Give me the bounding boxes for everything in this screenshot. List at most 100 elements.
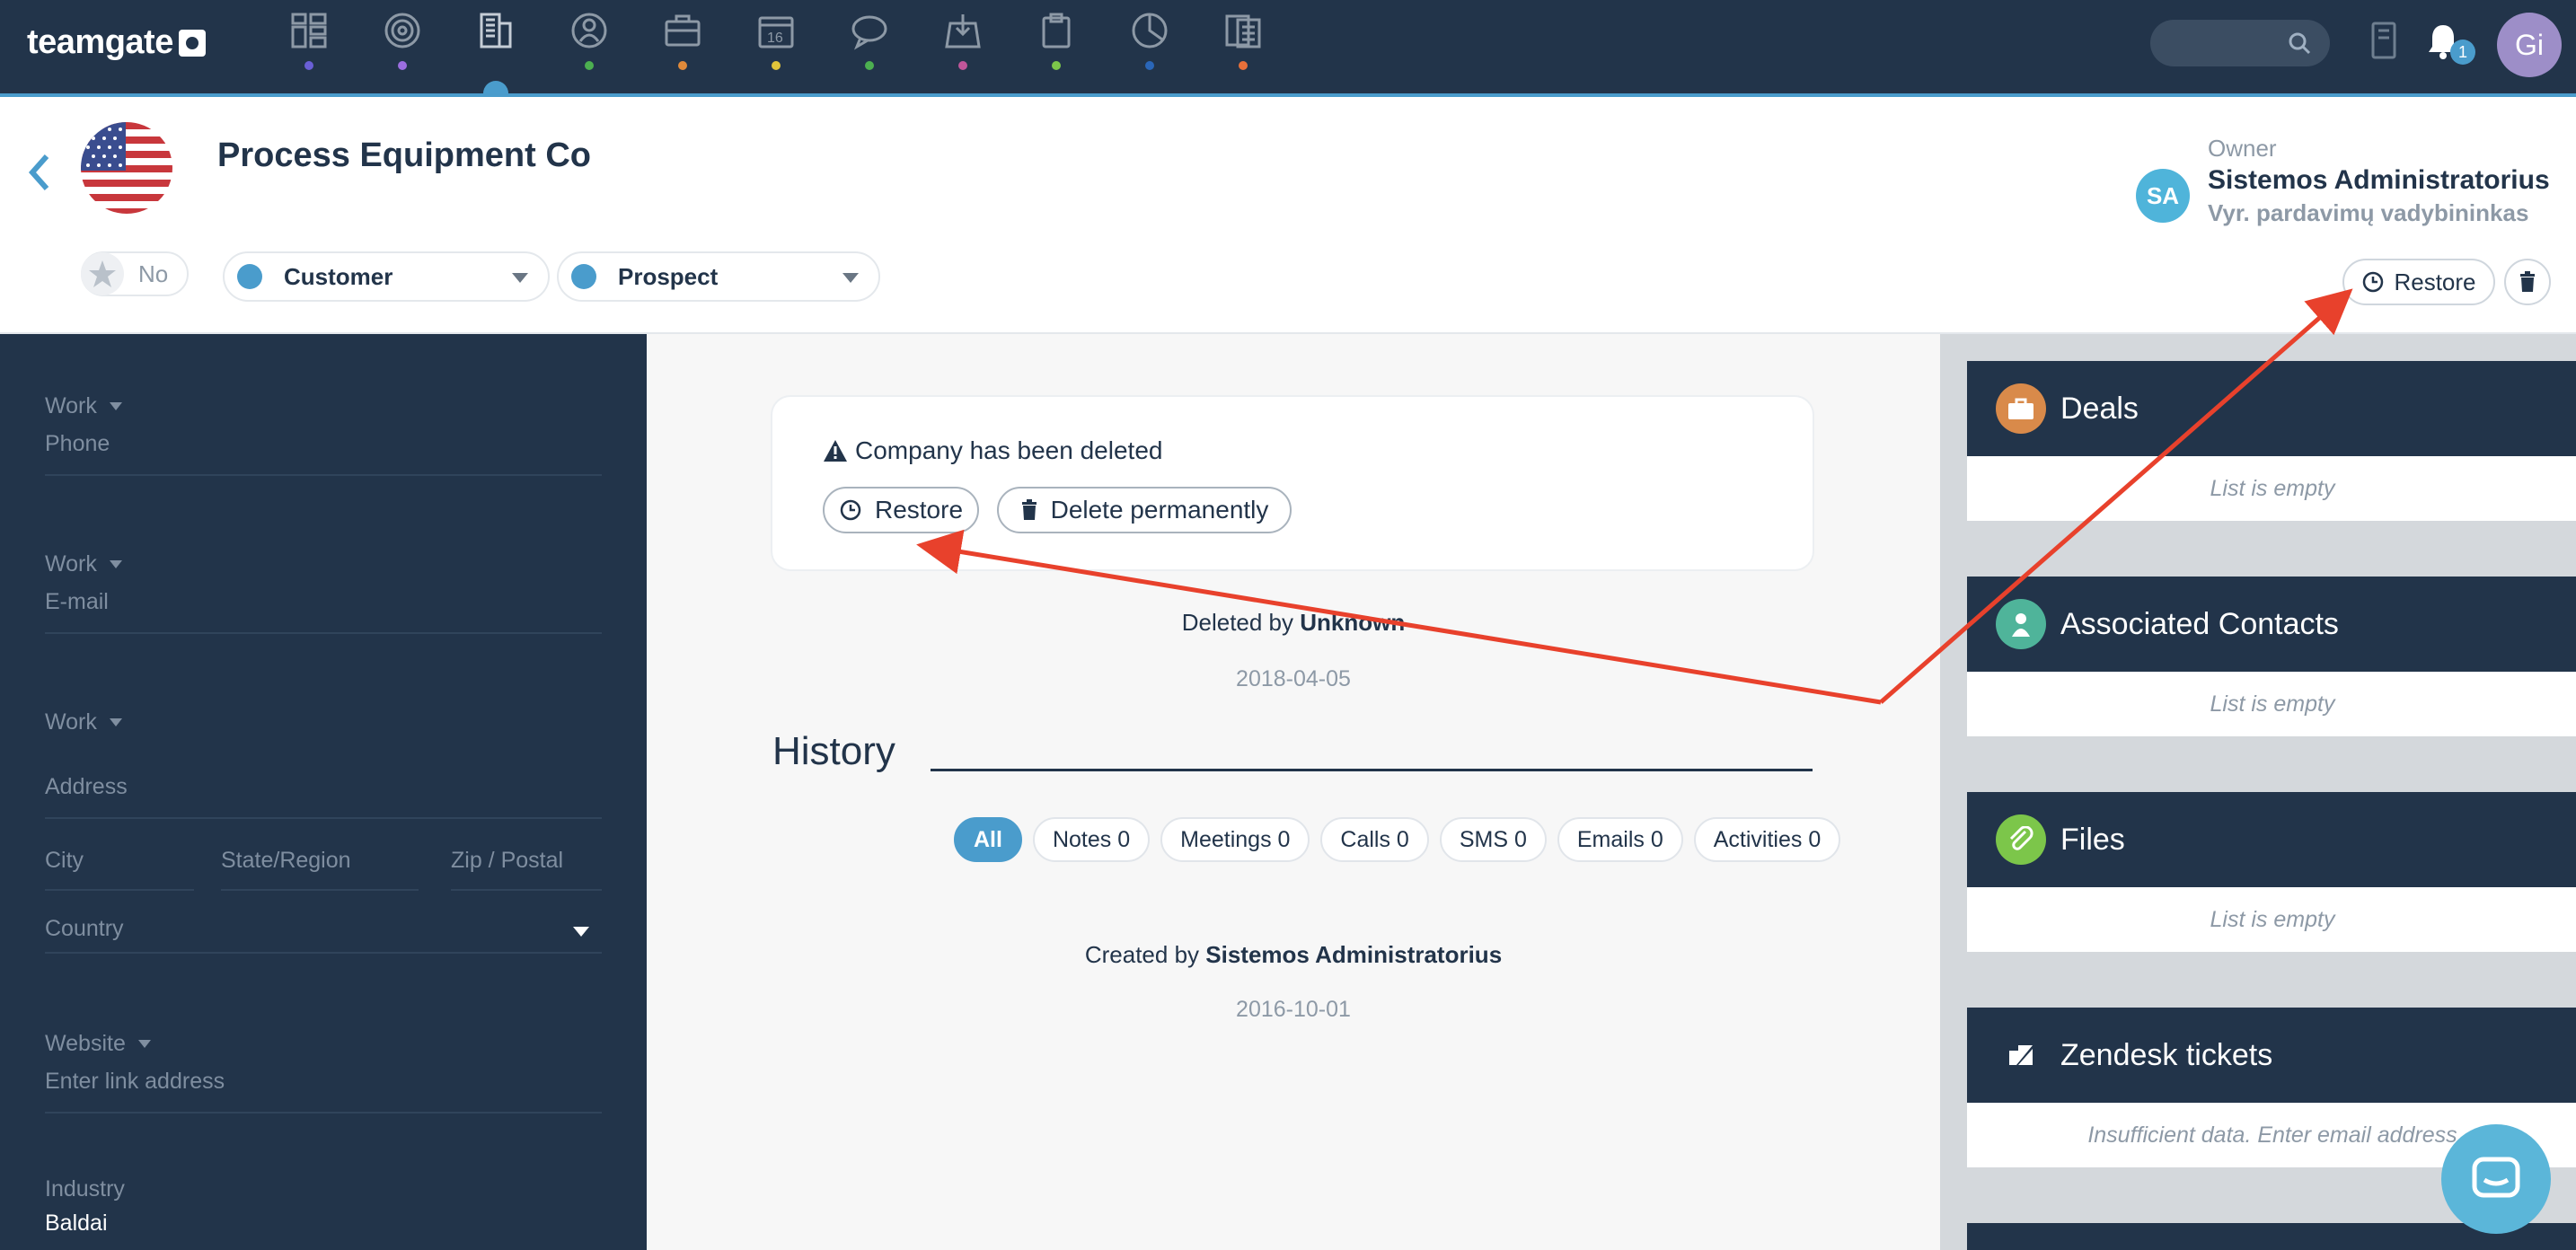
phone-field[interactable]: Phone [45, 431, 110, 457]
warning-icon [824, 440, 847, 462]
city-field[interactable]: City [45, 848, 84, 874]
global-search[interactable] [2150, 20, 2330, 66]
chat-icon [851, 15, 887, 50]
owner-avatar: SA [2136, 169, 2190, 223]
address-type-select[interactable]: Work [45, 709, 122, 735]
divider [45, 889, 194, 891]
associated-contacts-header[interactable]: Associated Contacts [1967, 577, 2576, 672]
website-type-label: Website [45, 1031, 126, 1056]
us-flag-icon [81, 122, 172, 214]
restore-button-label: Restore [2394, 268, 2476, 295]
history-title: History [772, 729, 895, 773]
associated-contacts-title: Associated Contacts [2060, 606, 2339, 641]
nav-people[interactable] [543, 0, 636, 93]
phone-type-select[interactable]: Work [45, 393, 122, 419]
deleted-message: Company has been deleted [823, 436, 1162, 465]
filter-meetings[interactable]: Meetings 0 [1160, 817, 1310, 862]
divider [45, 474, 602, 476]
filter-emails[interactable]: Emails 0 [1557, 817, 1683, 862]
website-field[interactable]: Enter link address [45, 1069, 225, 1095]
contact-details-panel: Work Phone Work E-mail Work Address City… [0, 334, 647, 1250]
restore-button-label: Restore [874, 496, 964, 524]
history-filters: All Notes 0 Meetings 0 Calls 0 SMS 0 Ema… [954, 817, 1841, 862]
teamgate-logo[interactable]: teamgate [27, 23, 206, 62]
history-divider [931, 769, 1813, 771]
favorite-toggle[interactable]: No [81, 251, 189, 296]
company-status-select[interactable]: Prospect [557, 251, 880, 302]
restore-button-header[interactable]: Restore [2342, 259, 2495, 305]
owner-name[interactable]: Sistemos Administratorius [2208, 165, 2550, 196]
files-widget-header[interactable]: Files [1967, 792, 2576, 887]
nav-calendar[interactable]: 16 [729, 0, 823, 93]
address-field[interactable]: Address [45, 774, 128, 800]
industry-value[interactable]: Baldai [45, 1210, 108, 1237]
filter-notes[interactable]: Notes 0 [1032, 817, 1151, 862]
delete-button-header[interactable] [2504, 259, 2551, 305]
owner-label: Owner [2208, 135, 2277, 162]
nav-companies[interactable] [449, 0, 543, 106]
trash-icon [2520, 271, 2535, 292]
nav-files[interactable] [1010, 0, 1103, 93]
filter-activities[interactable]: Activities 0 [1693, 817, 1841, 862]
company-type-select[interactable]: Customer [223, 251, 550, 302]
calendar-icon: 16 [758, 16, 794, 48]
paperclip-icon [1996, 814, 2046, 865]
zip-field[interactable]: Zip / Postal [451, 848, 563, 874]
filter-sms[interactable]: SMS 0 [1439, 817, 1547, 862]
briefcase-icon [665, 14, 701, 47]
nav-dashboard[interactable] [262, 0, 356, 93]
state-field[interactable]: State/Region [221, 848, 351, 874]
nav-documents[interactable] [1196, 0, 1290, 93]
created-by-prefix: Created by [1084, 941, 1200, 968]
chat-launcher-button[interactable] [2441, 1124, 2551, 1234]
deleted-notice-card: Company has been deleted Restore Delete … [772, 397, 1813, 569]
restore-clock-icon [840, 499, 861, 521]
user-avatar[interactable]: Gi [2497, 13, 2562, 77]
nav-goals[interactable] [356, 0, 449, 93]
deals-widget-body: List is empty [1967, 456, 2576, 521]
created-by-user: Sistemos Administratorius [1205, 941, 1503, 968]
nav-reports[interactable] [1103, 0, 1196, 93]
dashboard-icon [291, 13, 327, 48]
phone-book-icon[interactable] [2368, 18, 2400, 63]
nav-deals[interactable] [636, 0, 729, 93]
chat-bubble-icon [2472, 1157, 2520, 1198]
inbox-icon [945, 14, 981, 48]
nav-inbox[interactable] [916, 0, 1010, 93]
email-type-select[interactable]: Work [45, 551, 122, 577]
industry-label: Industry [45, 1176, 125, 1202]
person-icon [1996, 599, 2046, 649]
country-select[interactable]: Country [45, 916, 124, 942]
person-icon [571, 13, 607, 48]
created-by: Created by Sistemos Administratorius [647, 941, 1940, 969]
email-field[interactable]: E-mail [45, 589, 109, 615]
created-date: 2016-10-01 [1236, 997, 1351, 1022]
delete-permanently-button[interactable]: Delete permanently [997, 487, 1292, 533]
filter-calls[interactable]: Calls 0 [1320, 817, 1429, 862]
website-type-select[interactable]: Website [45, 1031, 151, 1057]
deleted-date: 2018-04-05 [1236, 666, 1351, 691]
filter-all[interactable]: All [954, 817, 1022, 862]
chevron-down-icon [573, 927, 589, 937]
nav-conversations[interactable] [823, 0, 916, 93]
zendesk-widget-header[interactable]: Zendesk tickets [1967, 1008, 2576, 1103]
svg-text:16: 16 [767, 31, 783, 46]
owner-role: Vyr. pardavimų vadybininkas [2208, 199, 2529, 226]
files-widget: Files List is empty [1967, 792, 2576, 952]
associated-contacts-body: List is empty [1967, 672, 2576, 736]
divider [45, 1112, 602, 1114]
logo-text: teamgate [27, 23, 173, 61]
address-type-label: Work [45, 709, 97, 735]
deals-widget-header[interactable]: Deals [1967, 361, 2576, 456]
email-type-label: Work [45, 551, 97, 577]
divider [45, 632, 602, 634]
divider [45, 817, 602, 819]
caret-down-icon [109, 402, 122, 410]
status-select-value: Prospect [618, 262, 719, 290]
restore-button[interactable]: Restore [823, 487, 979, 533]
files-widget-body: List is empty [1967, 887, 2576, 952]
deals-widget-title: Deals [2060, 391, 2139, 426]
page-title: Process Equipment Co [217, 136, 591, 174]
divider [45, 952, 602, 954]
back-arrow-icon[interactable] [25, 153, 52, 192]
